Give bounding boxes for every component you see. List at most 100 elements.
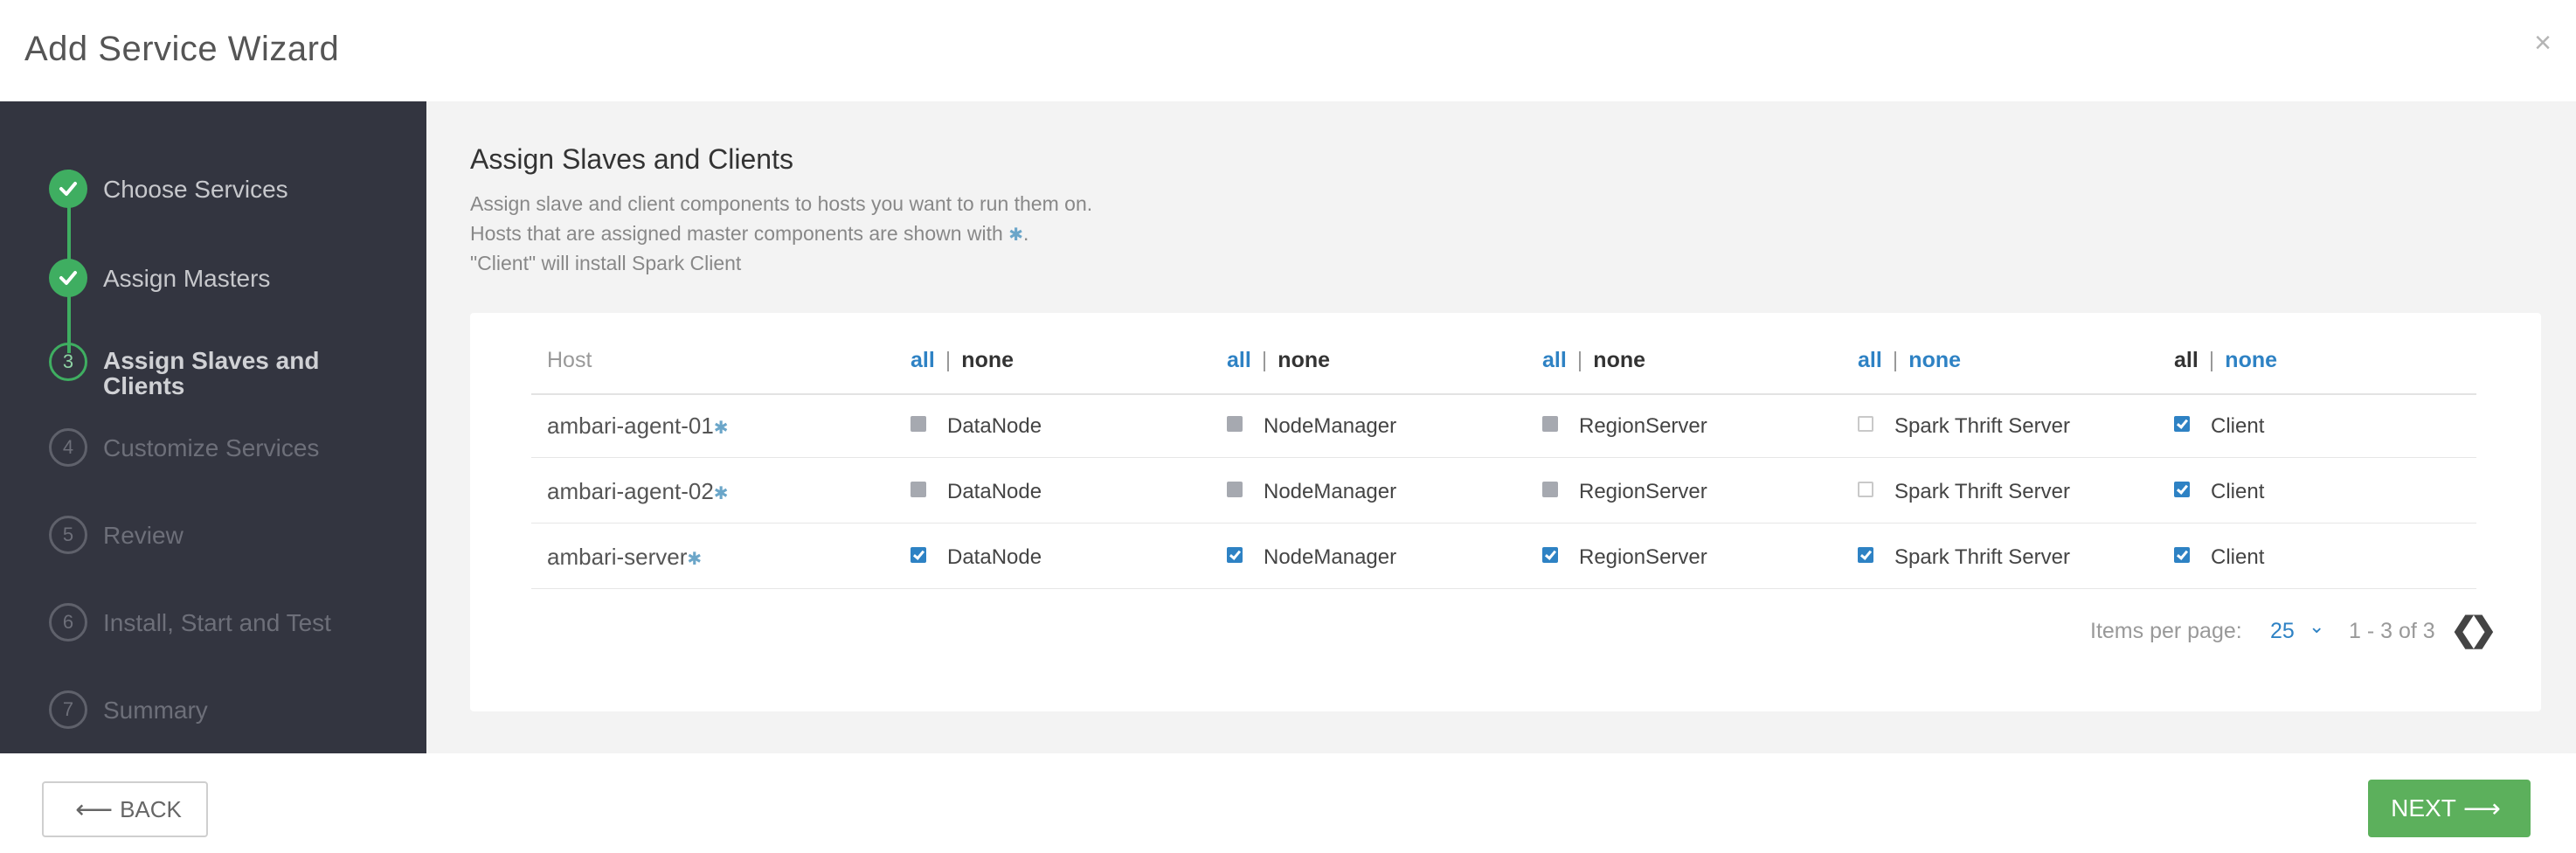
- component-label: NodeManager: [1264, 545, 1397, 569]
- assignment-card: Host all | none all | none all | none all | none…: [470, 313, 2541, 711]
- page-title: Assign Slaves and Clients: [470, 143, 793, 175]
- separator: |: [2208, 348, 2215, 372]
- step-review: 5 Review: [49, 510, 416, 563]
- description-line: Assign slave and client components to ho…: [470, 192, 1093, 215]
- component-checkbox[interactable]: [1858, 416, 1873, 432]
- component-label: Client: [2211, 414, 2265, 438]
- component-checkbox[interactable]: [1227, 547, 1243, 563]
- items-per-page-label: Items per page:: [2090, 619, 2242, 643]
- select-none-link[interactable]: none: [961, 348, 1014, 372]
- arrow-left-icon: ⟵: [75, 794, 114, 824]
- spark-thrift-column-header: all | none: [1858, 348, 1961, 373]
- component-label: RegionServer: [1579, 480, 1707, 503]
- separator: |: [1892, 348, 1899, 372]
- step-label: Assign Masters: [103, 265, 271, 292]
- component-checkbox[interactable]: [911, 547, 926, 563]
- step-choose-services[interactable]: Choose Services: [49, 164, 416, 217]
- step-number: 6: [49, 603, 87, 641]
- items-per-page-select[interactable]: 25: [2270, 619, 2295, 644]
- back-label: BACK: [120, 795, 182, 822]
- separator: |: [945, 348, 952, 372]
- separator: |: [1261, 348, 1268, 372]
- select-all-link[interactable]: all: [1542, 348, 1567, 372]
- step-number: 4: [49, 428, 87, 467]
- select-none-link[interactable]: none: [1908, 348, 1961, 372]
- description-line: Hosts that are assigned master component…: [470, 222, 1028, 246]
- modal-header: Add Service Wizard ×: [0, 0, 2576, 101]
- master-component-icon: ✱: [713, 419, 729, 438]
- datanode-column-header: all | none: [911, 348, 1014, 373]
- component-label: DataNode: [947, 414, 1042, 438]
- arrow-right-icon: ⟶: [2462, 794, 2501, 823]
- nodemanager-column-header: all | none: [1227, 348, 1330, 373]
- table-row: ambari-agent-01✱ DataNode NodeManager Regio…: [531, 393, 2476, 458]
- component-checkbox[interactable]: [2174, 482, 2190, 497]
- component-checkbox: [1542, 482, 1558, 497]
- component-checkbox: [1227, 482, 1243, 497]
- step-label: Customize Services: [103, 434, 320, 461]
- component-label: RegionServer: [1579, 414, 1707, 438]
- table-row: ambari-agent-02✱ DataNode NodeManager Regio…: [531, 459, 2476, 524]
- component-label: Client: [2211, 480, 2265, 503]
- master-component-icon: ✱: [713, 484, 729, 503]
- description-text: .: [1022, 222, 1029, 245]
- step-label: Review: [103, 522, 184, 549]
- master-component-icon: ✱: [1008, 225, 1023, 245]
- close-icon[interactable]: ×: [2534, 26, 2552, 60]
- select-all-link[interactable]: all: [911, 348, 935, 372]
- component-checkbox: [1542, 416, 1558, 432]
- select-all-link[interactable]: all: [2174, 348, 2199, 372]
- step-label: Assign Slaves and Clients: [103, 347, 320, 399]
- step-assign-masters[interactable]: Assign Masters: [49, 253, 416, 306]
- host-name: ambari-agent-02: [547, 478, 714, 504]
- component-label: Spark Thrift Server: [1894, 480, 2070, 503]
- next-button[interactable]: NEXT ⟶: [2368, 780, 2531, 837]
- table-row: ambari-server✱ DataNode NodeManager RegionS…: [531, 524, 2476, 589]
- step-assign-slaves-clients: 3 Assign Slaves and Clients: [49, 337, 416, 399]
- step-number: 5: [49, 516, 87, 554]
- master-component-icon: ✱: [687, 550, 703, 569]
- component-checkbox: [911, 416, 926, 432]
- host-cell: ambari-server✱: [547, 544, 702, 571]
- component-label: Client: [2211, 545, 2265, 569]
- next-label: NEXT: [2391, 794, 2456, 822]
- component-checkbox: [1227, 416, 1243, 432]
- component-checkbox[interactable]: [2174, 416, 2190, 432]
- separator: |: [1576, 348, 1583, 372]
- chevron-down-icon[interactable]: ⌄: [2309, 615, 2324, 638]
- host-name: ambari-agent-01: [547, 413, 714, 439]
- component-checkbox[interactable]: [2174, 547, 2190, 563]
- component-checkbox[interactable]: [1542, 547, 1558, 563]
- step-summary: 7 Summary: [49, 685, 416, 738]
- step-number: 7: [49, 690, 87, 729]
- component-label: NodeManager: [1264, 480, 1397, 503]
- step-customize-services: 4 Customize Services: [49, 423, 416, 475]
- page-range: 1 - 3 of 3: [2349, 619, 2435, 643]
- next-page-icon[interactable]: ❯: [2469, 610, 2497, 649]
- step-install-start-test: 6 Install, Start and Test: [49, 598, 416, 650]
- select-none-link[interactable]: none: [1278, 348, 1330, 372]
- host-column-header: Host: [547, 348, 592, 372]
- select-all-link[interactable]: all: [1858, 348, 1882, 372]
- select-all-link[interactable]: all: [1227, 348, 1251, 372]
- check-icon: [49, 259, 87, 297]
- step-label: Install, Start and Test: [103, 609, 331, 636]
- component-checkbox[interactable]: [1858, 547, 1873, 563]
- wizard-steps-sidebar: Choose Services Assign Masters 3 Assign …: [0, 101, 426, 753]
- wizard-title: Add Service Wizard: [24, 30, 340, 68]
- description-text: Hosts that are assigned master component…: [470, 222, 1003, 245]
- select-none-link[interactable]: none: [1593, 348, 1645, 372]
- check-icon: [49, 170, 87, 208]
- select-none-link[interactable]: none: [2225, 348, 2277, 372]
- host-name: ambari-server: [547, 544, 688, 570]
- client-column-header: all | none: [2174, 348, 2277, 373]
- modal-footer: ⟵ BACK NEXT ⟶: [0, 753, 2576, 853]
- component-label: Spark Thrift Server: [1894, 545, 2070, 569]
- component-label: NodeManager: [1264, 414, 1397, 438]
- step-label: Summary: [103, 697, 208, 724]
- step-label: Choose Services: [103, 176, 288, 203]
- back-button[interactable]: ⟵ BACK: [42, 781, 208, 837]
- component-checkbox[interactable]: [1858, 482, 1873, 497]
- component-label: RegionServer: [1579, 545, 1707, 569]
- host-cell: ambari-agent-02✱: [547, 478, 729, 505]
